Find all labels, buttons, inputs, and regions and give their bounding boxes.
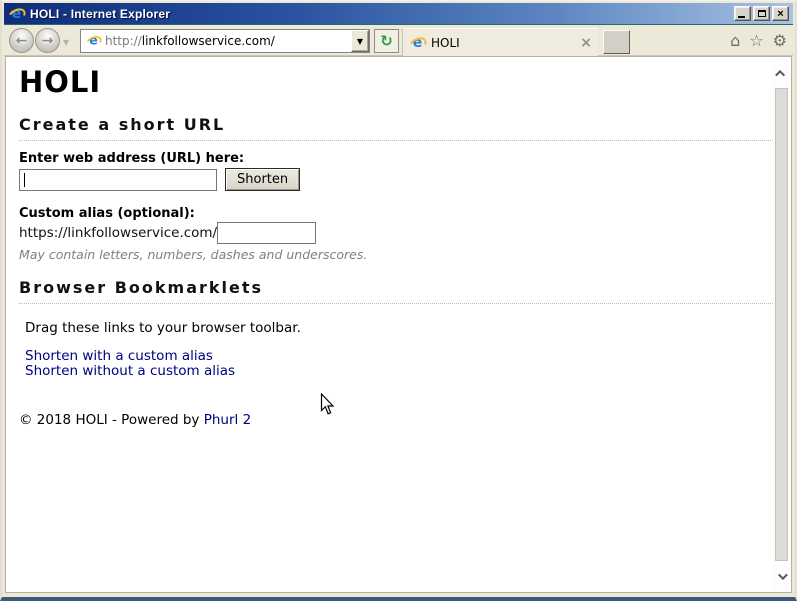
page-body: HOLI Create a short URL Enter web addres… bbox=[7, 57, 773, 591]
address-url[interactable]: http://linkfollowservice.com/ bbox=[105, 34, 351, 48]
minimize-button[interactable] bbox=[734, 6, 751, 21]
vertical-scrollbar[interactable] bbox=[773, 58, 790, 591]
refresh-icon: ↻ bbox=[380, 32, 393, 50]
forward-icon: → bbox=[41, 32, 54, 49]
scroll-up-button[interactable] bbox=[773, 60, 790, 86]
new-tab-button[interactable] bbox=[603, 30, 630, 54]
address-dropdown-icon: ▼ bbox=[356, 36, 364, 46]
scrollbar-thumb[interactable] bbox=[775, 88, 788, 561]
alias-label: Custom alias (optional): bbox=[19, 206, 195, 221]
navigation-toolbar: ← → ▼ e http://linkfollowservice.com/ ▼ … bbox=[4, 26, 793, 56]
link-shorten-with-alias[interactable]: Shorten with a custom alias bbox=[25, 349, 773, 364]
chevron-down-icon bbox=[777, 569, 788, 580]
toolbar-icons: ⌂ ☆ ⚙ bbox=[730, 30, 787, 52]
close-button[interactable]: × bbox=[772, 6, 789, 21]
address-protocol: http:// bbox=[105, 34, 142, 48]
phurl-link[interactable]: Phurl 2 bbox=[204, 412, 251, 428]
page-title: HOLI bbox=[19, 65, 102, 99]
copyright-text: © 2018 HOLI - Powered by bbox=[19, 412, 204, 428]
text-caret bbox=[24, 172, 25, 187]
alias-hint: May contain letters, numbers, dashes and… bbox=[19, 247, 368, 262]
title-bar[interactable]: e HOLI - Internet Explorer × bbox=[4, 3, 793, 25]
bookmarklets-instruction: Drag these links to your browser toolbar… bbox=[25, 320, 301, 336]
window-frame: e HOLI - Internet Explorer × ← → ▼ e htt… bbox=[0, 0, 797, 601]
maximize-button[interactable] bbox=[753, 6, 770, 21]
back-button[interactable]: ← bbox=[9, 28, 34, 53]
browser-viewport: HOLI Create a short URL Enter web addres… bbox=[5, 56, 792, 593]
address-dropdown-button[interactable]: ▼ bbox=[351, 30, 369, 52]
tab-ie-icon: e bbox=[409, 35, 426, 51]
bookmarklets-heading: Browser Bookmarklets bbox=[19, 278, 773, 304]
maximize-icon bbox=[757, 10, 766, 17]
favorites-star-icon[interactable]: ☆ bbox=[749, 30, 763, 52]
url-input-wrapper bbox=[19, 168, 217, 191]
scroll-down-button[interactable] bbox=[773, 563, 790, 589]
url-input-row: Shorten bbox=[19, 168, 773, 191]
browser-window: e HOLI - Internet Explorer × ← → ▼ e htt… bbox=[0, 0, 797, 601]
window-title: HOLI - Internet Explorer bbox=[30, 6, 171, 21]
address-ie-icon: e bbox=[86, 34, 101, 48]
address-host: linkfollowservice.com/ bbox=[141, 34, 275, 48]
url-label: Enter web address (URL) here: bbox=[19, 151, 245, 166]
footer: © 2018 HOLI - Powered by Phurl 2 bbox=[19, 412, 773, 428]
create-short-url-heading: Create a short URL bbox=[19, 115, 773, 141]
alias-row: https://linkfollowservice.com/ bbox=[19, 222, 773, 244]
close-icon: × bbox=[777, 7, 784, 20]
chevron-up-icon bbox=[775, 69, 786, 80]
ie-logo-icon: e bbox=[8, 6, 25, 22]
refresh-button[interactable]: ↻ bbox=[374, 29, 399, 53]
tab-holi[interactable]: e HOLI × bbox=[402, 28, 598, 56]
back-icon: ← bbox=[15, 32, 28, 49]
tab-title: HOLI bbox=[431, 35, 460, 50]
bookmarklet-links: Shorten with a custom alias Shorten with… bbox=[25, 349, 773, 379]
alias-block: Custom alias (optional): https://linkfol… bbox=[19, 206, 773, 262]
tab-close-icon[interactable]: × bbox=[580, 36, 592, 50]
home-icon[interactable]: ⌂ bbox=[730, 30, 740, 52]
address-bar[interactable]: e http://linkfollowservice.com/ ▼ bbox=[80, 29, 370, 53]
settings-gear-icon[interactable]: ⚙ bbox=[773, 30, 787, 52]
shorten-button[interactable]: Shorten bbox=[225, 168, 301, 191]
minimize-icon bbox=[738, 16, 745, 18]
alias-prefix: https://linkfollowservice.com/ bbox=[19, 225, 218, 241]
forward-button[interactable]: → bbox=[35, 28, 60, 53]
url-input[interactable] bbox=[19, 168, 217, 191]
link-shorten-without-alias[interactable]: Shorten without a custom alias bbox=[25, 364, 773, 379]
alias-input[interactable] bbox=[217, 222, 317, 244]
history-dropdown-icon[interactable]: ▼ bbox=[63, 38, 69, 47]
